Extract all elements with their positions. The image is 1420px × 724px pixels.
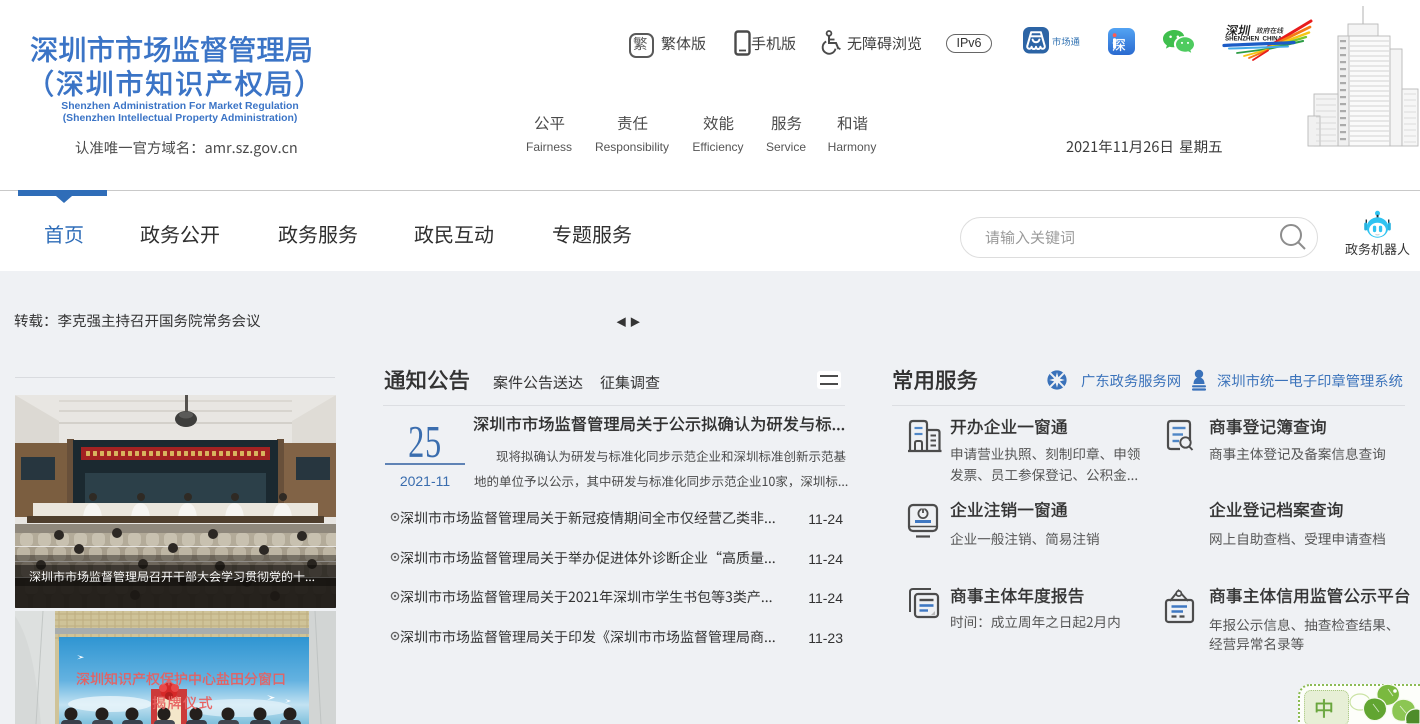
svg-text:SHENZHEN CHINA: SHENZHEN CHINA bbox=[1225, 36, 1283, 43]
